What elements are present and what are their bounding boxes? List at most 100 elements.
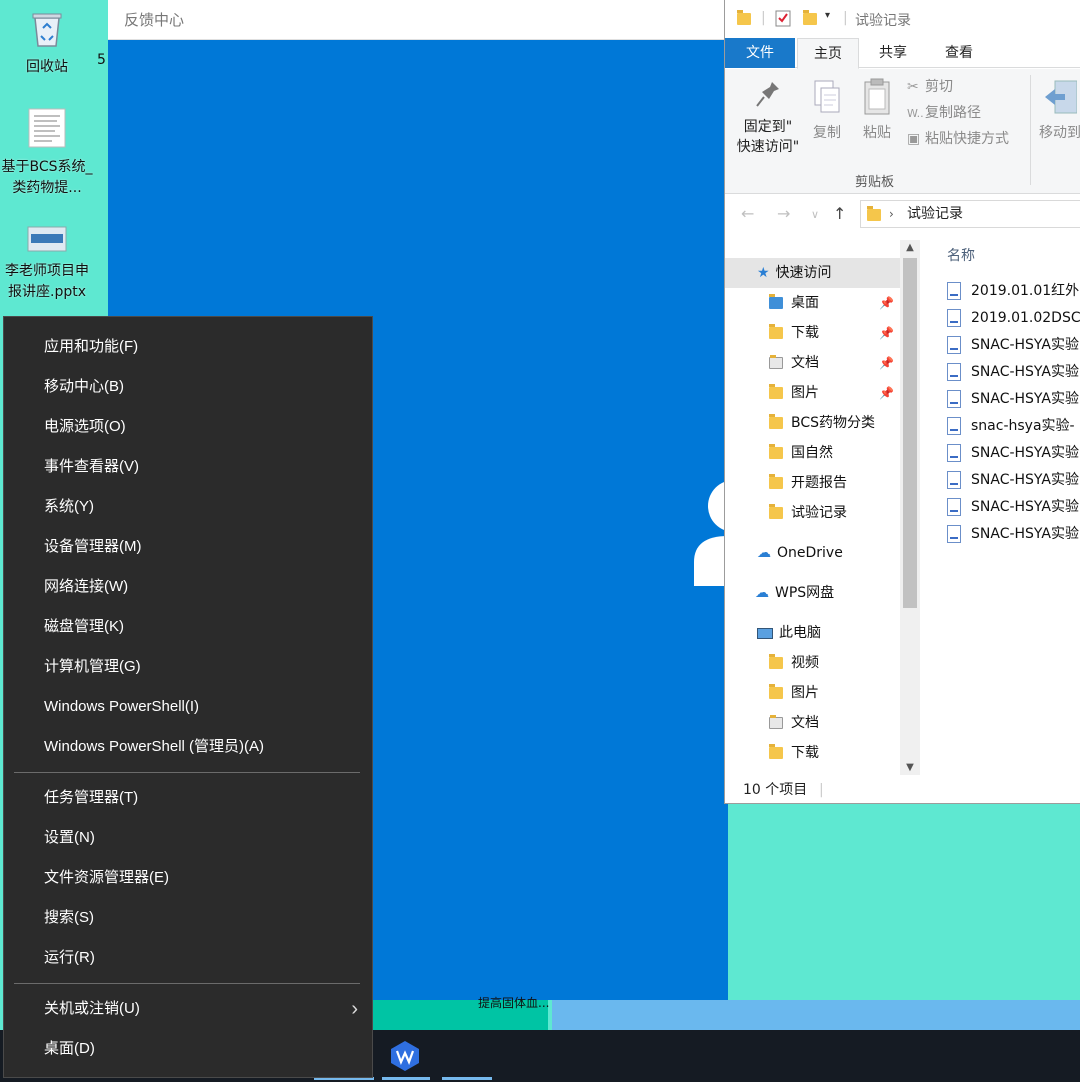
- nav-item-pictures[interactable]: 图片 📌: [725, 378, 900, 408]
- menu-item-device-manager[interactable]: 设备管理器(M): [4, 527, 372, 567]
- nav-scrollbar[interactable]: ▲ ▼: [900, 240, 920, 775]
- menu-item-mobility-center[interactable]: 移动中心(B): [4, 367, 372, 407]
- cloud-icon: ☁: [757, 545, 771, 561]
- scissors-icon: ✂: [907, 79, 919, 95]
- downloads-folder-icon: [769, 744, 783, 759]
- move-to-icon: [1045, 80, 1078, 114]
- word-doc-icon: [947, 471, 961, 489]
- nav-this-pc[interactable]: 此电脑: [725, 618, 900, 648]
- file-row[interactable]: SNAC-HSYA实验: [947, 386, 1080, 413]
- copy-path-button[interactable]: W..复制路径: [907, 103, 981, 124]
- menu-item-event-viewer[interactable]: 事件查看器(V): [4, 447, 372, 487]
- file-row[interactable]: SNAC-HSYA实验: [947, 332, 1080, 359]
- back-icon[interactable]: ←: [741, 204, 754, 223]
- explorer-titlebar: | ▾ | 试验记录: [725, 0, 1080, 38]
- menu-item-shutdown[interactable]: 关机或注销(U) ›: [4, 989, 372, 1029]
- scroll-up-icon[interactable]: ▲: [900, 242, 920, 253]
- file-row[interactable]: 2019.01.01红外: [947, 278, 1080, 305]
- window-title: 试验记录: [855, 13, 911, 29]
- up-icon[interactable]: ↑: [833, 204, 846, 223]
- menu-item-network-connections[interactable]: 网络连接(W): [4, 567, 372, 607]
- menu-item-system[interactable]: 系统(Y): [4, 487, 372, 527]
- menu-item-powershell[interactable]: Windows PowerShell(I): [4, 687, 372, 727]
- file-row[interactable]: SNAC-HSYA实验: [947, 521, 1080, 548]
- videos-folder-icon: [769, 654, 783, 669]
- desktop-icon-label: 回收站: [26, 59, 68, 75]
- copy-button[interactable]: 复制: [805, 79, 849, 143]
- nav-pc-downloads[interactable]: 下载: [725, 738, 900, 768]
- file-row[interactable]: SNAC-HSYA实验: [947, 467, 1080, 494]
- new-folder-icon[interactable]: [803, 10, 817, 25]
- breadcrumb-current[interactable]: 试验记录: [907, 206, 963, 222]
- desktop-icon-pptx[interactable]: 李老师项目申报讲座.pptx: [0, 226, 97, 303]
- tab-view[interactable]: 查看: [931, 38, 987, 68]
- nav-wps-drive[interactable]: ☁ WPS网盘: [725, 578, 900, 608]
- word-doc-icon: [947, 282, 961, 300]
- documents-folder-icon: [769, 715, 783, 729]
- properties-icon[interactable]: [775, 10, 791, 27]
- pictures-folder-icon: [769, 384, 783, 399]
- menu-item-disk-management[interactable]: 磁盘管理(K): [4, 607, 372, 647]
- desktop-icon-recycle-bin[interactable]: 回收站: [0, 8, 97, 78]
- taskbar-preview-strip[interactable]: 提高固体血...: [372, 996, 549, 1030]
- nav-onedrive[interactable]: ☁ OneDrive: [725, 538, 900, 568]
- nav-item-guoziran[interactable]: 国自然: [725, 438, 900, 468]
- scrollbar-thumb[interactable]: [903, 258, 917, 608]
- menu-item-search[interactable]: 搜索(S): [4, 898, 372, 938]
- document-thumbnail-icon: [0, 108, 97, 155]
- wps-office-icon[interactable]: [390, 1040, 420, 1072]
- recent-locations-icon[interactable]: ∨: [811, 208, 819, 221]
- paste-shortcut-button[interactable]: ▣ 粘贴快捷方式: [907, 129, 1009, 149]
- menu-item-task-manager[interactable]: 任务管理器(T): [4, 778, 372, 818]
- menu-item-file-explorer[interactable]: 文件资源管理器(E): [4, 858, 372, 898]
- move-to-button[interactable]: 移动到: [1035, 77, 1080, 143]
- pin-icon: [756, 82, 779, 107]
- tab-share[interactable]: 共享: [865, 38, 921, 68]
- nav-item-desktop[interactable]: 桌面 📌: [725, 288, 900, 318]
- address-bar[interactable]: › 试验记录: [860, 200, 1080, 228]
- tab-file[interactable]: 文件: [725, 38, 795, 68]
- menu-item-computer-management[interactable]: 计算机管理(G): [4, 647, 372, 687]
- menu-separator: [14, 772, 360, 773]
- nav-pc-videos[interactable]: 视频: [725, 648, 900, 678]
- file-row[interactable]: SNAC-HSYA实验: [947, 440, 1080, 467]
- quick-access-dropdown-icon[interactable]: ▾: [825, 10, 830, 21]
- forward-icon[interactable]: →: [777, 204, 790, 223]
- ribbon-home: 固定到" 快速访问" 复制 粘贴 ✂ 剪切 W..复制路径 ▣ 粘贴快捷方式 移…: [725, 69, 1080, 194]
- menu-item-settings[interactable]: 设置(N): [4, 818, 372, 858]
- menu-item-desktop[interactable]: 桌面(D): [4, 1029, 372, 1069]
- paste-button[interactable]: 粘贴: [855, 77, 899, 143]
- navigation-pane: ★ 快速访问 桌面 📌 下载 📌 文档 📌 图片 📌 BCS药物分类 国自然 开题报告: [725, 240, 900, 775]
- folder-icon: [769, 414, 783, 429]
- file-row[interactable]: 2019.01.02DSC: [947, 305, 1080, 332]
- documents-folder-icon: [769, 355, 783, 369]
- cut-button[interactable]: ✂ 剪切: [907, 77, 953, 97]
- word-doc-icon: [947, 336, 961, 354]
- desktop-icon-bcs-doc[interactable]: 基于BCS系统_类药物提...: [0, 108, 97, 199]
- nav-pc-documents[interactable]: 文档: [725, 708, 900, 738]
- file-row[interactable]: SNAC-HSYA实验: [947, 359, 1080, 386]
- nav-item-documents[interactable]: 文档 📌: [725, 348, 900, 378]
- taskbar-preview-strip-2[interactable]: [552, 1000, 1080, 1030]
- tab-home[interactable]: 主页: [797, 38, 859, 69]
- menu-item-power-options[interactable]: 电源选项(O): [4, 407, 372, 447]
- chevron-right-icon: ›: [351, 998, 358, 1020]
- desktop-icon-label: 基于BCS系统_类药物提...: [1, 159, 93, 196]
- pin-to-quick-access-button[interactable]: 固定到" 快速访问": [733, 79, 803, 157]
- menu-item-powershell-admin[interactable]: Windows PowerShell (管理员)(A): [4, 727, 372, 767]
- column-header-name[interactable]: 名称: [947, 245, 975, 265]
- nav-item-downloads[interactable]: 下载 📌: [725, 318, 900, 348]
- nav-quick-access[interactable]: ★ 快速访问: [725, 258, 900, 288]
- menu-item-run[interactable]: 运行(R): [4, 938, 372, 978]
- nav-item-shiyan[interactable]: 试验记录: [725, 498, 900, 528]
- file-row[interactable]: snac-hsya实验-: [947, 413, 1080, 440]
- menu-item-apps-features[interactable]: 应用和功能(F): [4, 327, 372, 367]
- word-doc-icon: [947, 525, 961, 543]
- word-doc-icon: [947, 309, 961, 327]
- scroll-down-icon[interactable]: ▼: [900, 762, 920, 773]
- file-row[interactable]: SNAC-HSYA实验: [947, 494, 1080, 521]
- paste-shortcut-icon: ▣: [907, 131, 921, 147]
- nav-item-kaiti[interactable]: 开题报告: [725, 468, 900, 498]
- nav-pc-pictures[interactable]: 图片: [725, 678, 900, 708]
- nav-item-bcs[interactable]: BCS药物分类: [725, 408, 900, 438]
